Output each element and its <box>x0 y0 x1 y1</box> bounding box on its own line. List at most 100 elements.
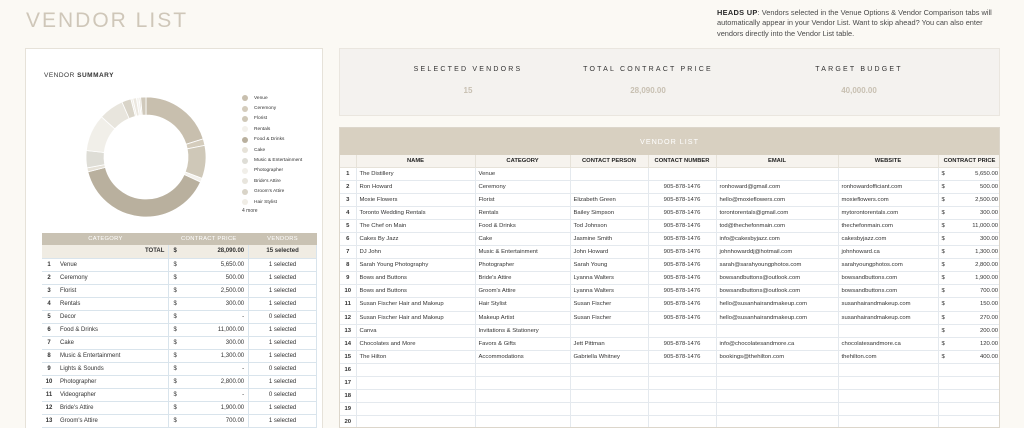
vendor-name-cell[interactable]: Toronto Wedding Rentals <box>356 206 476 220</box>
email-cell[interactable]: bowsandbuttons@outlook.com <box>716 271 839 286</box>
website-cell[interactable]: johnhoward.ca <box>838 245 939 260</box>
email-cell[interactable]: tod@thechefonmain.com <box>716 219 839 233</box>
contact-number-cell[interactable]: 905-878-1476 <box>648 297 717 312</box>
row-number[interactable]: 6 <box>340 232 357 247</box>
vendor-row[interactable]: 18 <box>340 389 999 404</box>
contact-number-cell[interactable]: 905-878-1476 <box>648 258 717 273</box>
currency-cell[interactable]: $ <box>168 271 187 285</box>
contact-number-cell[interactable] <box>648 389 717 404</box>
category-cell[interactable]: Florist <box>56 284 170 298</box>
contact-person-cell[interactable]: Jett Pittman <box>570 337 649 351</box>
vendor-category-cell[interactable]: Hair Stylist <box>475 297 571 312</box>
contact-person-cell[interactable] <box>570 324 649 338</box>
contact-person-cell[interactable]: Tod Johnson <box>570 219 649 233</box>
website-cell[interactable]: bowsandbuttons.com <box>838 271 939 286</box>
currency-cell[interactable]: $ <box>938 232 952 247</box>
vendor-category-cell[interactable]: Rentals <box>475 206 571 220</box>
contact-number-cell[interactable] <box>648 376 717 391</box>
contract-price-cell[interactable]: 300.00 <box>952 232 999 247</box>
website-cell[interactable]: susanhairandmakeup.com <box>838 297 939 312</box>
email-cell[interactable] <box>716 389 839 404</box>
vendor-row[interactable]: 15 The Hilton Accommodations Gabriella Whit… <box>340 350 999 364</box>
row-number[interactable]: 10 <box>340 284 357 299</box>
vendor-name-cell[interactable]: Ron Howard <box>356 180 476 194</box>
contact-number-cell[interactable]: 905-878-1476 <box>648 311 717 325</box>
vendor-row[interactable]: 1 The Distillery Venue $5,650.00 <box>340 167 999 181</box>
contact-person-cell[interactable]: Elizabeth Green <box>570 193 649 207</box>
contact-person-cell[interactable]: Susan Fischer <box>570 311 649 325</box>
category-row[interactable]: 4 Rentals $300.00 1 selected <box>42 297 317 311</box>
contract-price-cell[interactable]: 300.00 <box>952 206 999 220</box>
currency-cell[interactable]: $ <box>938 180 952 194</box>
vendor-category-cell[interactable]: Florist <box>475 193 571 207</box>
vendor-row[interactable]: 14 Chocolates and More Favors & Gifts Jett … <box>340 337 999 351</box>
row-number[interactable]: 2 <box>340 180 357 194</box>
price-cell[interactable]: 300.00 <box>186 336 250 350</box>
vendor-category-cell[interactable]: Makeup Artist <box>475 311 571 325</box>
category-cell[interactable]: Photographer <box>56 375 170 389</box>
currency-cell[interactable]: $ <box>168 258 187 272</box>
row-number[interactable]: 13 <box>42 414 56 428</box>
contact-person-cell[interactable]: Susan Fischer <box>570 297 649 312</box>
currency-cell[interactable]: $ <box>168 388 187 402</box>
currency-cell[interactable]: $ <box>168 414 187 428</box>
vendor-name-cell[interactable] <box>356 376 476 391</box>
contract-price-cell[interactable] <box>952 376 999 391</box>
price-cell[interactable]: 2,500.00 <box>186 284 250 298</box>
vendor-row[interactable]: 20 <box>340 415 999 427</box>
price-cell[interactable]: 1,900.00 <box>186 401 250 415</box>
vendor-row[interactable]: 19 <box>340 402 999 417</box>
contact-person-cell[interactable]: Gabriella Whitney <box>570 350 649 364</box>
contract-price-cell[interactable]: 700.00 <box>952 284 999 299</box>
currency-cell[interactable]: $ <box>168 297 187 311</box>
vendor-category-cell[interactable] <box>475 363 571 378</box>
currency-cell[interactable]: $ <box>168 362 187 376</box>
currency-cell[interactable]: $ <box>938 245 952 260</box>
website-cell[interactable]: sarahyoungphotos.com <box>838 258 939 273</box>
price-cell[interactable]: 2,800.00 <box>186 375 250 389</box>
category-cell[interactable]: Bride's Attire <box>56 401 170 415</box>
currency-cell[interactable]: $ <box>938 206 952 220</box>
currency-cell[interactable]: $ <box>938 258 952 273</box>
row-number[interactable]: 4 <box>340 206 357 220</box>
row-number[interactable]: 14 <box>340 337 357 351</box>
website-cell[interactable] <box>838 363 939 378</box>
contact-person-cell[interactable] <box>570 415 649 427</box>
vendors-cell[interactable]: 1 selected <box>248 271 317 285</box>
contract-price-cell[interactable]: 200.00 <box>952 324 999 338</box>
vendor-category-cell[interactable]: Venue <box>475 167 571 181</box>
vendor-name-cell[interactable]: Susan Fischer Hair and Makeup <box>356 297 476 312</box>
website-cell[interactable] <box>838 389 939 404</box>
row-number[interactable]: 13 <box>340 324 357 338</box>
email-cell[interactable]: bookings@thehilton.com <box>716 350 839 364</box>
row-number[interactable]: 9 <box>340 271 357 286</box>
category-cell[interactable]: Venue <box>56 258 170 272</box>
vendor-category-cell[interactable] <box>475 402 571 417</box>
price-cell[interactable]: 11,000.00 <box>186 323 250 337</box>
vendor-name-cell[interactable]: The Distillery <box>356 167 476 181</box>
contact-person-cell[interactable] <box>570 363 649 378</box>
email-cell[interactable]: info@chocolatesandmore.ca <box>716 337 839 351</box>
currency-cell[interactable]: $ <box>938 193 952 207</box>
vendor-name-cell[interactable]: The Hilton <box>356 350 476 364</box>
row-number[interactable]: 9 <box>42 362 56 376</box>
price-cell[interactable]: 500.00 <box>186 271 250 285</box>
vendor-category-cell[interactable]: Cake <box>475 232 571 247</box>
row-number[interactable]: 20 <box>340 415 357 427</box>
contract-price-cell[interactable] <box>952 415 999 427</box>
website-cell[interactable]: mytorontorentals.com <box>838 206 939 220</box>
currency-cell[interactable]: $ <box>938 350 952 364</box>
email-cell[interactable] <box>716 363 839 378</box>
category-row[interactable]: 3 Florist $2,500.00 1 selected <box>42 284 317 298</box>
contact-number-cell[interactable]: 905-878-1476 <box>648 284 717 299</box>
vendors-cell[interactable]: 1 selected <box>248 375 317 389</box>
vendor-name-cell[interactable] <box>356 363 476 378</box>
currency-cell[interactable] <box>938 389 952 404</box>
category-cell[interactable]: Food & Drinks <box>56 323 170 337</box>
vendor-category-cell[interactable]: Food & Drinks <box>475 219 571 233</box>
vendor-row[interactable]: 6 Cakes By Jazz Cake Jasmine Smith 905-878-1… <box>340 232 999 247</box>
vendor-row[interactable]: 17 <box>340 376 999 391</box>
vendors-cell[interactable]: 1 selected <box>248 258 317 272</box>
email-cell[interactable]: info@cakesbyjazz.com <box>716 232 839 247</box>
contract-price-cell[interactable]: 2,800.00 <box>952 258 999 273</box>
